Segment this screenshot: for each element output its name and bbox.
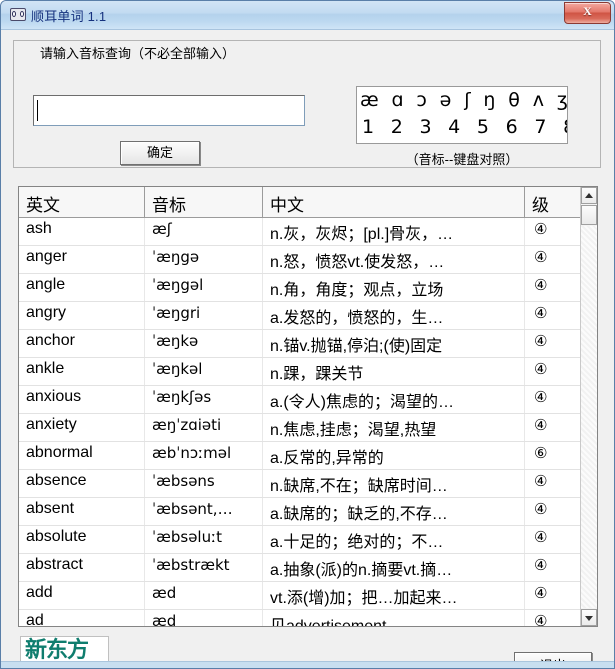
cell-chinese: a.反常的,异常的: [263, 442, 525, 469]
table-row[interactable]: ad æd 见advertisement ④: [19, 610, 597, 626]
table-row[interactable]: anxiety æŋˈzɑiəti n.焦虑,挂虑；渴望,热望 ④: [19, 414, 597, 442]
close-icon: X: [583, 4, 592, 18]
table-header-row: 英文 音标 中文 级: [19, 187, 597, 218]
cell-english: anxiety: [19, 414, 145, 441]
cell-chinese: vt.添(增)加；把…加起来…: [263, 582, 525, 609]
scroll-up-button[interactable]: [581, 187, 597, 204]
cell-english: anxious: [19, 386, 145, 413]
table-row[interactable]: anxious ˈæŋkʃəs a.(令人)焦虑的；渴望的… ④: [19, 386, 597, 414]
cell-chinese: 见advertisement: [263, 610, 525, 626]
cell-phonetic: ˈæbsənt,…: [145, 498, 263, 525]
search-groupbox-legend: 请输入音标查询（不必全部输入）: [36, 43, 240, 62]
close-button[interactable]: X: [564, 2, 611, 24]
table-row[interactable]: add æd vt.添(增)加；把…加起来… ④: [19, 582, 597, 610]
cell-phonetic: ˈæbsəns: [145, 470, 263, 497]
cell-chinese: a.十足的；绝对的；不…: [263, 526, 525, 553]
cell-english: absent: [19, 498, 145, 525]
cell-chinese: a.抽象(派)的n.摘要vt.摘…: [263, 554, 525, 581]
cell-phonetic: ˈæŋgəl: [145, 274, 263, 301]
cell-chinese: a.发怒的，愤怒的，生…: [263, 302, 525, 329]
cell-phonetic: æd: [145, 610, 263, 626]
cell-chinese: n.锚v.抛锚,停泊;(使)固定: [263, 330, 525, 357]
table-row[interactable]: angle ˈæŋgəl n.角，角度；观点，立场 ④: [19, 274, 597, 302]
window-title: 顺耳单词 1.1: [31, 9, 107, 24]
cell-phonetic: ˈæŋkə: [145, 330, 263, 357]
ipa-keyboard-reference: æ ɑ ɔ ə ʃ ŋ θ ʌ ʒ ð ɛ 1 2 3 4 5 6 7 8 9 …: [356, 86, 568, 144]
cell-english: absence: [19, 470, 145, 497]
column-header-english[interactable]: 英文: [19, 187, 145, 217]
column-header-phonetic[interactable]: 音标: [145, 187, 263, 217]
table-row[interactable]: ash æʃ n.灰，灰烬；[pl.]骨灰，… ④: [19, 218, 597, 246]
cell-chinese: a.缺席的；缺乏的,不存…: [263, 498, 525, 525]
table-row[interactable]: anchor ˈæŋkə n.锚v.抛锚,停泊;(使)固定 ④: [19, 330, 597, 358]
table-row[interactable]: angry ˈæŋgri a.发怒的，愤怒的，生… ④: [19, 302, 597, 330]
cell-english: angle: [19, 274, 145, 301]
cell-chinese: a.(令人)焦虑的；渴望的…: [263, 386, 525, 413]
cell-phonetic: ˈæŋgri: [145, 302, 263, 329]
cell-english: add: [19, 582, 145, 609]
cell-english: ad: [19, 610, 145, 626]
table-row[interactable]: anger ˈæŋgə n.怒，愤怒vt.使发怒，… ④: [19, 246, 597, 274]
table-row[interactable]: ankle ˈæŋkəl n.踝，踝关节 ④: [19, 358, 597, 386]
table-row[interactable]: absence ˈæbsəns n.缺席,不在；缺席时间… ④: [19, 470, 597, 498]
scrollbar-thumb[interactable]: [581, 205, 597, 225]
text-cursor: [37, 100, 38, 121]
cell-phonetic: ˈæbsəluːt: [145, 526, 263, 553]
cell-english: ankle: [19, 358, 145, 385]
cell-phonetic: ˈæŋgə: [145, 246, 263, 273]
column-header-chinese[interactable]: 中文: [263, 187, 525, 217]
phonetic-search-input[interactable]: [33, 95, 305, 126]
table-row[interactable]: abstract ˈæbstrækt a.抽象(派)的n.摘要vt.摘… ④: [19, 554, 597, 582]
ipa-keys-row: 1 2 3 4 5 6 7 8 9 0 A: [362, 116, 567, 138]
scrollbar-track[interactable]: [581, 226, 597, 608]
cell-english: abnormal: [19, 442, 145, 469]
cell-phonetic: æbˈnɔːməl: [145, 442, 263, 469]
word-table: 英文 音标 中文 级 ash æʃ n.灰，灰烬；[pl.]骨灰，… ④ anger ˈæ…: [18, 186, 598, 627]
chevron-down-icon: [585, 616, 593, 621]
cell-english: absolute: [19, 526, 145, 553]
table-row[interactable]: absolute ˈæbsəluːt a.十足的；绝对的；不… ④: [19, 526, 597, 554]
cell-phonetic: æd: [145, 582, 263, 609]
cell-phonetic: ˈæŋkəl: [145, 358, 263, 385]
cell-chinese: n.踝，踝关节: [263, 358, 525, 385]
glasses-icon: [10, 8, 26, 21]
ipa-reference-caption: （音标--键盘对照）: [405, 152, 519, 167]
cell-phonetic: æŋˈzɑiəti: [145, 414, 263, 441]
cell-phonetic: ˈæŋkʃəs: [145, 386, 263, 413]
cell-english: anger: [19, 246, 145, 273]
cell-phonetic: ˈæbstrækt: [145, 554, 263, 581]
cell-chinese: n.缺席,不在；缺席时间…: [263, 470, 525, 497]
confirm-button[interactable]: 确定: [120, 141, 200, 165]
cell-chinese: n.焦虑,挂虑；渴望,热望: [263, 414, 525, 441]
cell-english: abstract: [19, 554, 145, 581]
cell-chinese: n.灰，灰烬；[pl.]骨灰，…: [263, 218, 525, 245]
title-bar: 顺耳单词 1.1 X: [1, 1, 614, 30]
cell-chinese: n.怒，愤怒vt.使发怒，…: [263, 246, 525, 273]
cell-english: angry: [19, 302, 145, 329]
chevron-up-icon: [585, 193, 593, 198]
table-row[interactable]: absent ˈæbsənt,… a.缺席的；缺乏的,不存… ④: [19, 498, 597, 526]
cell-english: anchor: [19, 330, 145, 357]
cell-english: ash: [19, 218, 145, 245]
scroll-down-button[interactable]: [581, 609, 597, 626]
table-row[interactable]: abnormal æbˈnɔːməl a.反常的,异常的 ⑥: [19, 442, 597, 470]
vertical-scrollbar[interactable]: [580, 187, 597, 626]
status-bar: [1, 661, 614, 668]
client-area: 请输入音标查询（不必全部输入） 确定 æ ɑ ɔ ə ʃ ŋ θ ʌ ʒ ð ɛ…: [1, 30, 614, 668]
cell-chinese: n.角，角度；观点，立场: [263, 274, 525, 301]
ipa-symbols-row: æ ɑ ɔ ə ʃ ŋ θ ʌ ʒ ð ɛ: [360, 89, 567, 111]
table-body: ash æʃ n.灰，灰烬；[pl.]骨灰，… ④ anger ˈæŋgə n.怒，愤怒vt…: [19, 218, 597, 626]
cell-phonetic: æʃ: [145, 218, 263, 245]
application-window: 顺耳单词 1.1 X 请输入音标查询（不必全部输入） 确定 æ ɑ ɔ ə ʃ …: [0, 0, 615, 669]
